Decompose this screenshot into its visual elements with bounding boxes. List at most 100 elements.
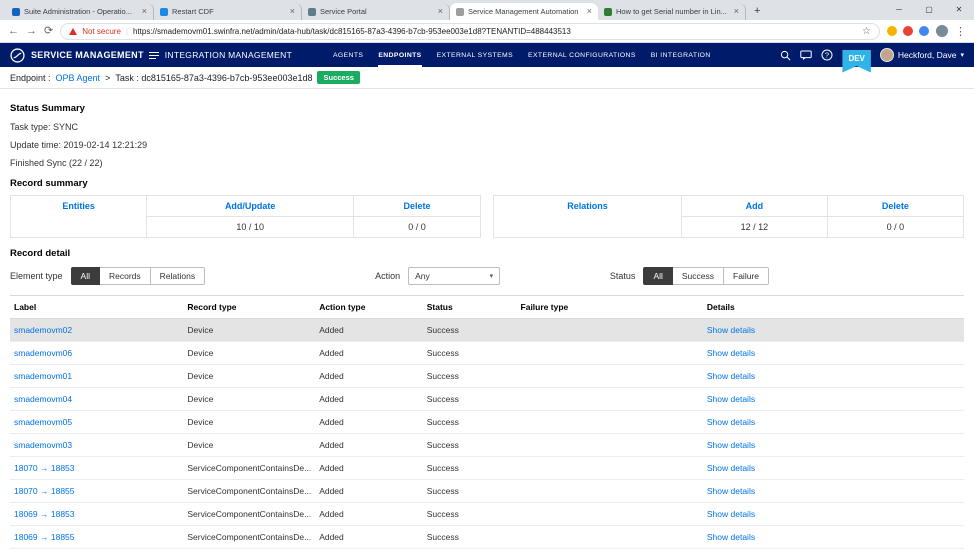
show-details-link[interactable]: Show details bbox=[707, 440, 755, 450]
update-time-line: Update time: 2019-02-14 12:21:29 bbox=[10, 140, 148, 150]
extension-icon[interactable] bbox=[887, 26, 897, 36]
app-nav-item-external-systems[interactable]: EXTERNAL SYSTEMS bbox=[437, 43, 513, 67]
task-type-line: Task type: SYNC bbox=[10, 122, 79, 132]
status-cell: Success bbox=[422, 341, 517, 365]
record-label-link[interactable]: 18070 → 18853 bbox=[14, 463, 75, 473]
status-all-button[interactable]: All bbox=[643, 267, 673, 285]
browser-tab[interactable]: Service Portal × bbox=[302, 3, 450, 20]
element-type-records-button[interactable]: Records bbox=[99, 267, 151, 285]
element-type-relations-button[interactable]: Relations bbox=[150, 267, 206, 285]
show-details-link[interactable]: Show details bbox=[707, 325, 755, 335]
tab-favicon-icon bbox=[456, 7, 464, 16]
record-label-link[interactable]: smademovm01 bbox=[14, 371, 72, 381]
search-icon[interactable] bbox=[780, 50, 791, 61]
app-nav-item-bi-integration[interactable]: BI INTEGRATION bbox=[651, 43, 711, 67]
show-details-link[interactable]: Show details bbox=[707, 463, 755, 473]
table-row[interactable]: 18070 → 18853 ServiceComponentContainsDe… bbox=[10, 456, 964, 480]
forward-icon[interactable]: → bbox=[26, 25, 37, 37]
extension-icon[interactable] bbox=[919, 26, 929, 36]
tab-close-icon[interactable]: × bbox=[438, 7, 443, 16]
status-cell: Success bbox=[422, 387, 517, 411]
not-secure-warning-icon bbox=[69, 27, 78, 35]
status-failure-button[interactable]: Failure bbox=[724, 267, 769, 285]
record-label-link[interactable]: 18070 → 18855 bbox=[14, 486, 75, 496]
app-nav-item-external-configurations[interactable]: EXTERNAL CONFIGURATIONS bbox=[528, 43, 636, 67]
status-cell: Success bbox=[422, 364, 517, 388]
tab-close-icon[interactable]: × bbox=[290, 7, 295, 16]
browser-tab[interactable]: Service Management Automation × bbox=[450, 3, 598, 20]
status-success-button[interactable]: Success bbox=[672, 267, 725, 285]
show-details-link[interactable]: Show details bbox=[707, 371, 755, 381]
tab-close-icon[interactable]: × bbox=[142, 7, 147, 16]
table-row[interactable]: smademovm04 Device Added Success Show de… bbox=[10, 387, 964, 411]
record-type-cell: Device bbox=[183, 387, 316, 411]
refresh-icon[interactable]: ⟳ bbox=[44, 25, 53, 37]
breadcrumb-endpoint-link[interactable]: OPB Agent bbox=[56, 73, 101, 83]
browser-tab[interactable]: Restart CDF × bbox=[154, 3, 302, 20]
entities-header: Entities bbox=[9, 195, 148, 238]
action-label: Action bbox=[375, 271, 401, 281]
browser-menu-icon[interactable]: ⋮ bbox=[955, 25, 966, 38]
help-icon[interactable]: ? bbox=[821, 49, 833, 61]
record-label-link[interactable]: smademovm05 bbox=[14, 417, 72, 427]
table-row[interactable]: smademovm03 Device Added Success Show de… bbox=[10, 433, 964, 457]
table-row[interactable]: smademovm06 Device Added Success Show de… bbox=[10, 341, 964, 365]
close-button[interactable]: ✕ bbox=[944, 0, 974, 20]
record-label-link[interactable]: smademovm02 bbox=[14, 325, 72, 335]
failure-type-cell bbox=[516, 525, 703, 549]
failure-type-cell bbox=[516, 341, 703, 365]
record-type-cell: ServiceComponentContainsDe... bbox=[183, 525, 316, 549]
show-details-link[interactable]: Show details bbox=[707, 348, 755, 358]
record-label-link[interactable]: 18069 → 18853 bbox=[14, 509, 75, 519]
table-row[interactable]: 18069 → 18853 ServiceComponentContainsDe… bbox=[10, 502, 964, 526]
module-menu-icon[interactable] bbox=[148, 51, 159, 60]
minimize-button[interactable]: ─ bbox=[884, 0, 914, 20]
record-type-cell: Device bbox=[183, 410, 316, 434]
relations-summary-table: Relations Add Delete 12 / 12 0 / 0 bbox=[493, 195, 965, 238]
back-icon[interactable]: ← bbox=[8, 25, 19, 37]
app-header: SERVICE MANAGEMENT INTEGRATION MANAGEMEN… bbox=[0, 43, 974, 73]
tab-title: Service Management Automation bbox=[468, 7, 579, 16]
maximize-button[interactable]: ▢ bbox=[914, 0, 944, 20]
status-cell: Success bbox=[422, 410, 517, 434]
show-details-link[interactable]: Show details bbox=[707, 394, 755, 404]
app-nav-item-agents[interactable]: AGENTS bbox=[333, 43, 363, 67]
new-tab-button[interactable]: + bbox=[754, 6, 760, 17]
record-type-cell: ServiceComponentContainsDe... bbox=[183, 502, 316, 526]
record-label-link[interactable]: 18069 → 18855 bbox=[14, 532, 75, 542]
table-row[interactable]: smademovm02 Device Added Success Show de… bbox=[10, 318, 964, 342]
action-select[interactable]: Any ▾ bbox=[408, 267, 501, 285]
browser-profile-icon[interactable] bbox=[936, 25, 948, 37]
record-label-link[interactable]: smademovm04 bbox=[14, 394, 72, 404]
bookmark-star-icon[interactable]: ☆ bbox=[862, 26, 871, 37]
record-label-link[interactable]: smademovm06 bbox=[14, 348, 72, 358]
table-row[interactable]: smademovm05 Device Added Success Show de… bbox=[10, 410, 964, 434]
user-menu[interactable]: Heckford, Dave ▾ bbox=[879, 48, 964, 62]
app-nav-item-endpoints[interactable]: ENDPOINTS bbox=[378, 43, 422, 67]
browser-tab[interactable]: Suite Administration - Operatio... × bbox=[6, 3, 154, 20]
omnibox-divider: | bbox=[125, 26, 128, 36]
extension-icons bbox=[887, 26, 929, 36]
status-cell: Success bbox=[422, 456, 517, 480]
record-summary-tables: Entities Add/Update Delete 10 / 10 0 / 0… bbox=[9, 195, 965, 238]
tab-close-icon[interactable]: × bbox=[734, 7, 739, 16]
record-label-link[interactable]: smademovm03 bbox=[14, 440, 72, 450]
element-type-all-button[interactable]: All bbox=[70, 267, 100, 285]
show-details-link[interactable]: Show details bbox=[707, 532, 755, 542]
tab-close-icon[interactable]: × bbox=[587, 7, 592, 16]
show-details-link[interactable]: Show details bbox=[707, 486, 755, 496]
table-row[interactable]: smademovm01 Device Added Success Show de… bbox=[10, 364, 964, 388]
svg-text:?: ? bbox=[825, 51, 829, 60]
chat-icon[interactable] bbox=[800, 50, 813, 61]
action-type-cell: Added bbox=[315, 341, 423, 365]
show-details-link[interactable]: Show details bbox=[707, 509, 755, 519]
action-filter: Action Any ▾ bbox=[375, 267, 501, 285]
show-details-link[interactable]: Show details bbox=[707, 417, 755, 427]
action-type-cell: Added bbox=[315, 433, 423, 457]
url-input[interactable]: Not secure | https://smademovm01.swinfra… bbox=[60, 22, 880, 40]
browser-tab[interactable]: How to get Serial number in Lin... × bbox=[598, 3, 746, 20]
table-row[interactable]: 18070 → 18855 ServiceComponentContainsDe… bbox=[10, 479, 964, 503]
extension-icon[interactable] bbox=[903, 26, 913, 36]
record-type-column-header: Record type bbox=[183, 295, 316, 319]
table-row[interactable]: 18069 → 18855 ServiceComponentContainsDe… bbox=[10, 525, 964, 549]
